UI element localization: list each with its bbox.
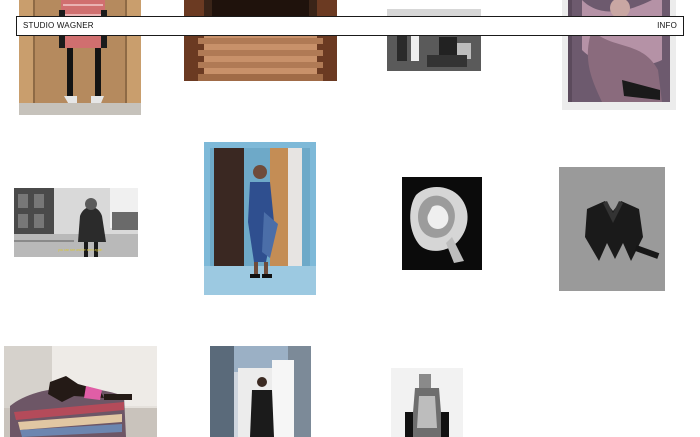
gallery-image-9[interactable]: [4, 346, 157, 437]
overlay-caption: you can see and be seen again: [58, 248, 103, 252]
gallery-image-2[interactable]: [184, 0, 337, 81]
gallery-image-10[interactable]: [210, 346, 311, 437]
gallery-page: STUDIO WAGNER INFO you can see and be se…: [0, 0, 700, 437]
site-header: STUDIO WAGNER INFO: [16, 16, 684, 36]
brand-link[interactable]: STUDIO WAGNER: [23, 22, 94, 30]
gallery-image-6[interactable]: [204, 142, 316, 295]
gallery-image-7[interactable]: [402, 177, 482, 270]
gallery-image-8[interactable]: [559, 167, 665, 291]
gallery-image-5[interactable]: you can see and be seen again: [14, 188, 138, 257]
info-link[interactable]: INFO: [657, 22, 677, 30]
gallery-image-11[interactable]: [391, 368, 463, 437]
